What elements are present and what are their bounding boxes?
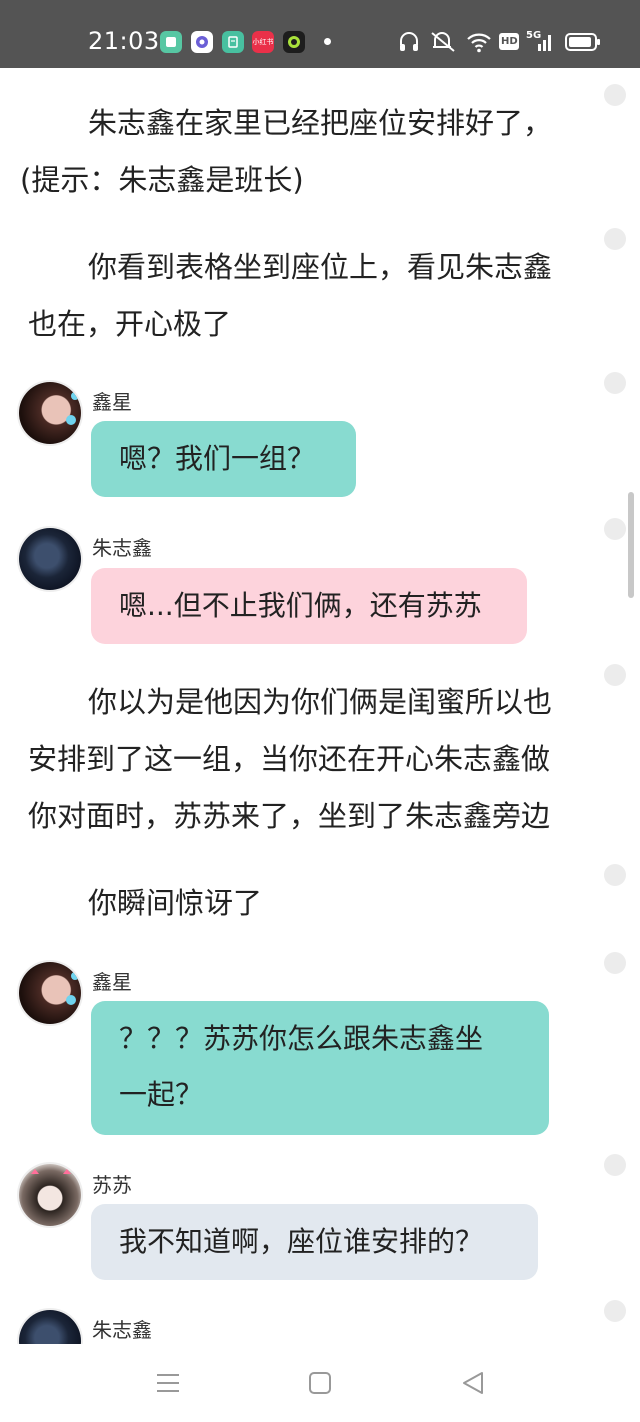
status-time: 21:03 <box>88 27 160 55</box>
paragraph-marker-dot[interactable] <box>604 1154 626 1176</box>
story-paragraph-1: 朱志鑫在家里已经把座位安排好了， (提示：朱志鑫是班长) <box>20 95 576 209</box>
message-bubble[interactable]: 嗯...但不止我们俩，还有苏苏 <box>91 568 527 644</box>
paragraph-marker-dot[interactable] <box>604 864 626 886</box>
avatar-zhuzhixin[interactable] <box>19 528 81 590</box>
navigation-bar <box>0 1344 640 1422</box>
app-dark-icon <box>283 31 305 53</box>
mute-icon <box>429 30 457 54</box>
message-text: ？？？苏苏你怎么跟朱志鑫坐 <box>119 1022 484 1055</box>
hd-label: HD <box>501 36 518 47</box>
sender-name: 苏苏 <box>92 1173 132 1197</box>
more-notifications-dot <box>324 38 331 45</box>
message-text: 嗯...但不止我们俩，还有苏苏 <box>119 589 482 622</box>
paragraph-marker-dot[interactable] <box>604 664 626 686</box>
headphones-icon <box>398 30 420 54</box>
status-bar: 21:03 小红书 HD 5G <box>0 0 640 68</box>
app-purple-icon <box>191 31 213 53</box>
story-text: (提示：朱志鑫是班长) <box>20 163 304 197</box>
story-text: 安排到了这一组，当你还在开心朱志鑫做 <box>28 742 551 776</box>
story-paragraph-3: 你以为是他因为你们俩是闺蜜所以也 安排到了这一组，当你还在开心朱志鑫做 你对面时… <box>28 674 576 845</box>
message-bubble[interactable]: ？？？苏苏你怎么跟朱志鑫坐 一起？ <box>91 1001 549 1135</box>
network-type-label: 5G <box>526 30 542 41</box>
story-paragraph-4: 你瞬间惊讶了 <box>28 875 576 932</box>
chat-story-content[interactable]: 朱志鑫在家里已经把座位安排好了， (提示：朱志鑫是班长) 你看到表格坐到座位上，… <box>0 68 640 1344</box>
avatar-susu[interactable] <box>19 1164 81 1226</box>
wifi-icon <box>466 30 492 54</box>
sender-name: 朱志鑫 <box>92 536 152 560</box>
menu-icon[interactable] <box>155 1370 181 1400</box>
app-red-label: 小红书 <box>252 38 274 46</box>
story-text: 朱志鑫在家里已经把座位安排好了， <box>88 106 553 140</box>
sender-name: 鑫星 <box>92 390 132 414</box>
hd-icon: HD <box>499 30 519 54</box>
battery-icon <box>565 30 601 54</box>
sender-name: 鑫星 <box>92 970 132 994</box>
message-bubble[interactable]: 嗯？我们一组？ <box>91 421 356 497</box>
avatar-zhuzhixin[interactable] <box>19 1310 81 1344</box>
message-text: 我不知道啊，座位谁安排的？ <box>119 1225 484 1258</box>
story-paragraph-2: 你看到表格坐到座位上，看见朱志鑫 也在，开心极了 <box>28 239 576 353</box>
paragraph-marker-dot[interactable] <box>604 952 626 974</box>
story-text: 也在，开心极了 <box>28 307 232 341</box>
message-text: 嗯？我们一组？ <box>119 442 316 475</box>
paragraph-marker-dot[interactable] <box>604 228 626 250</box>
sender-name: 朱志鑫 <box>92 1318 152 1342</box>
signal-icon: 5G <box>526 30 554 54</box>
paragraph-marker-dot[interactable] <box>604 372 626 394</box>
app-teal-icon <box>222 31 244 53</box>
message-text: 一起？ <box>119 1078 204 1111</box>
story-text: 你看到表格坐到座位上，看见朱志鑫 <box>88 250 553 284</box>
app-red-icon: 小红书 <box>252 31 274 53</box>
paragraph-marker-dot[interactable] <box>604 518 626 540</box>
app-green-icon <box>160 31 182 53</box>
home-icon[interactable] <box>308 1370 332 1400</box>
avatar-xinxing[interactable] <box>19 382 81 444</box>
paragraph-marker-dot[interactable] <box>604 1300 626 1322</box>
story-text: 你对面时，苏苏来了，坐到了朱志鑫旁边 <box>28 799 551 833</box>
story-text: 你以为是他因为你们俩是闺蜜所以也 <box>88 685 553 719</box>
story-text: 你瞬间惊讶了 <box>88 886 263 920</box>
back-icon[interactable] <box>460 1370 486 1400</box>
scrollbar-thumb[interactable] <box>628 492 634 598</box>
avatar-xinxing[interactable] <box>19 962 81 1024</box>
message-bubble[interactable]: 我不知道啊，座位谁安排的？ <box>91 1204 538 1280</box>
paragraph-marker-dot[interactable] <box>604 84 626 106</box>
